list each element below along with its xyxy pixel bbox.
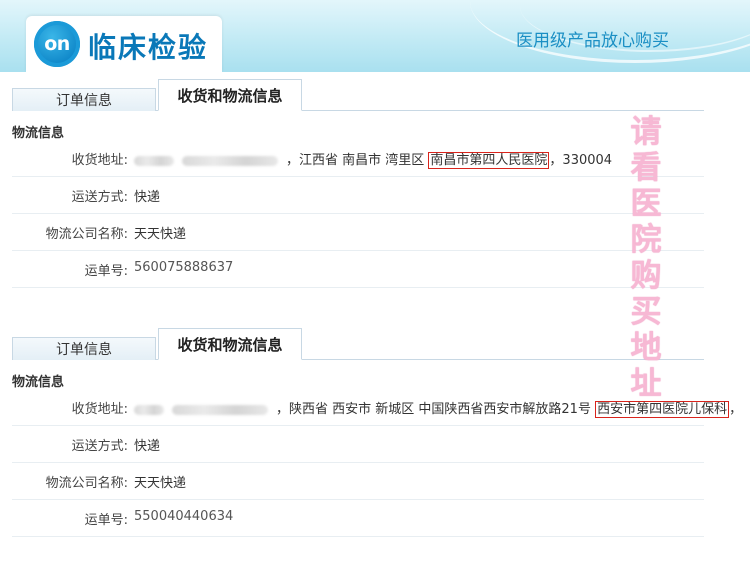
courier-label: 物流公司名称: (45, 227, 128, 242)
tab-shipping-logistics[interactable]: 收货和物流信息 (158, 79, 302, 111)
address-highlight: 南昌市第四人民医院 (428, 152, 550, 169)
shipping-method-label: 运送方式: (71, 190, 128, 205)
tracking-label: 运单号: (84, 264, 128, 279)
redacted-name (134, 155, 174, 166)
courier-label: 物流公司名称: (45, 476, 128, 491)
tracking-number: 550040440634 (134, 509, 234, 524)
shipping-method-label: 运送方式: (71, 439, 128, 454)
courier-row: 物流公司名称: 天天快递 (12, 463, 704, 500)
shipping-method-row: 运送方式: 快递 (12, 177, 704, 214)
address-highlight: 西安市第四医院儿保科 (595, 401, 730, 418)
shipping-method-value: 快递 (134, 190, 161, 205)
address-prefix: ，陕西省 西安市 新城区 中国陕西省西安市解放路21号 (276, 402, 596, 417)
address-row: 收货地址: ，陕西省 西安市 新城区 中国陕西省西安市解放路21号 西安市第四医… (12, 389, 742, 426)
address-value: ，江西省 南昌市 湾里区 南昌市第四人民医院 ，330004 (134, 149, 613, 169)
header-slogan: 医用级产品放心购买 (516, 31, 669, 51)
logistics-section-title: 物流信息 (12, 375, 65, 390)
tracking-row: 运单号: 560075888637 (12, 251, 704, 288)
tab-order-info[interactable]: 订单信息 (12, 337, 156, 360)
tracking-number: 560075888637 (134, 260, 234, 275)
courier-value: 天天快递 (134, 227, 187, 242)
address-label: 收货地址: (71, 402, 128, 417)
logo-card[interactable]: on 临床检验 (26, 16, 222, 72)
redacted-phone (182, 155, 278, 166)
logo-badge-icon: on (34, 21, 80, 67)
address-label: 收货地址: (71, 153, 128, 168)
address-suffix: ，330004 (549, 153, 613, 168)
overlay-annotation: 请看医院购买地址 (630, 114, 662, 402)
logo-text: 临床检验 (88, 31, 209, 64)
courier-value: 天天快递 (134, 476, 187, 491)
header-banner: on 临床检验 医用级产品放心购买 (0, 0, 750, 72)
shipping-method-row: 运送方式: 快递 (12, 426, 704, 463)
redacted-phone (172, 404, 268, 415)
redacted-name (134, 404, 164, 415)
address-suffix: ， (729, 402, 743, 417)
tab-bar: 订单信息 收货和物流信息 (12, 79, 704, 111)
tab-order-info[interactable]: 订单信息 (12, 88, 156, 111)
order-section-1: 订单信息 收货和物流信息 物流信息 收货地址: ，江西省 南昌市 湾里区 南昌市… (0, 79, 705, 290)
logistics-section-title: 物流信息 (12, 126, 65, 141)
tracking-row: 运单号: 550040440634 (12, 500, 704, 537)
address-row: 收货地址: ，江西省 南昌市 湾里区 南昌市第四人民医院 ，330004 (12, 140, 704, 177)
tracking-label: 运单号: (84, 513, 128, 528)
tab-bar: 订单信息 收货和物流信息 (12, 328, 704, 360)
courier-row: 物流公司名称: 天天快递 (12, 214, 704, 251)
tab-shipping-logistics[interactable]: 收货和物流信息 (158, 328, 302, 360)
address-prefix: ，江西省 南昌市 湾里区 (286, 153, 429, 168)
shipping-method-value: 快递 (134, 439, 161, 454)
order-section-2: 订单信息 收货和物流信息 物流信息 收货地址: ，陕西省 西安市 新城区 中国陕… (0, 328, 742, 539)
